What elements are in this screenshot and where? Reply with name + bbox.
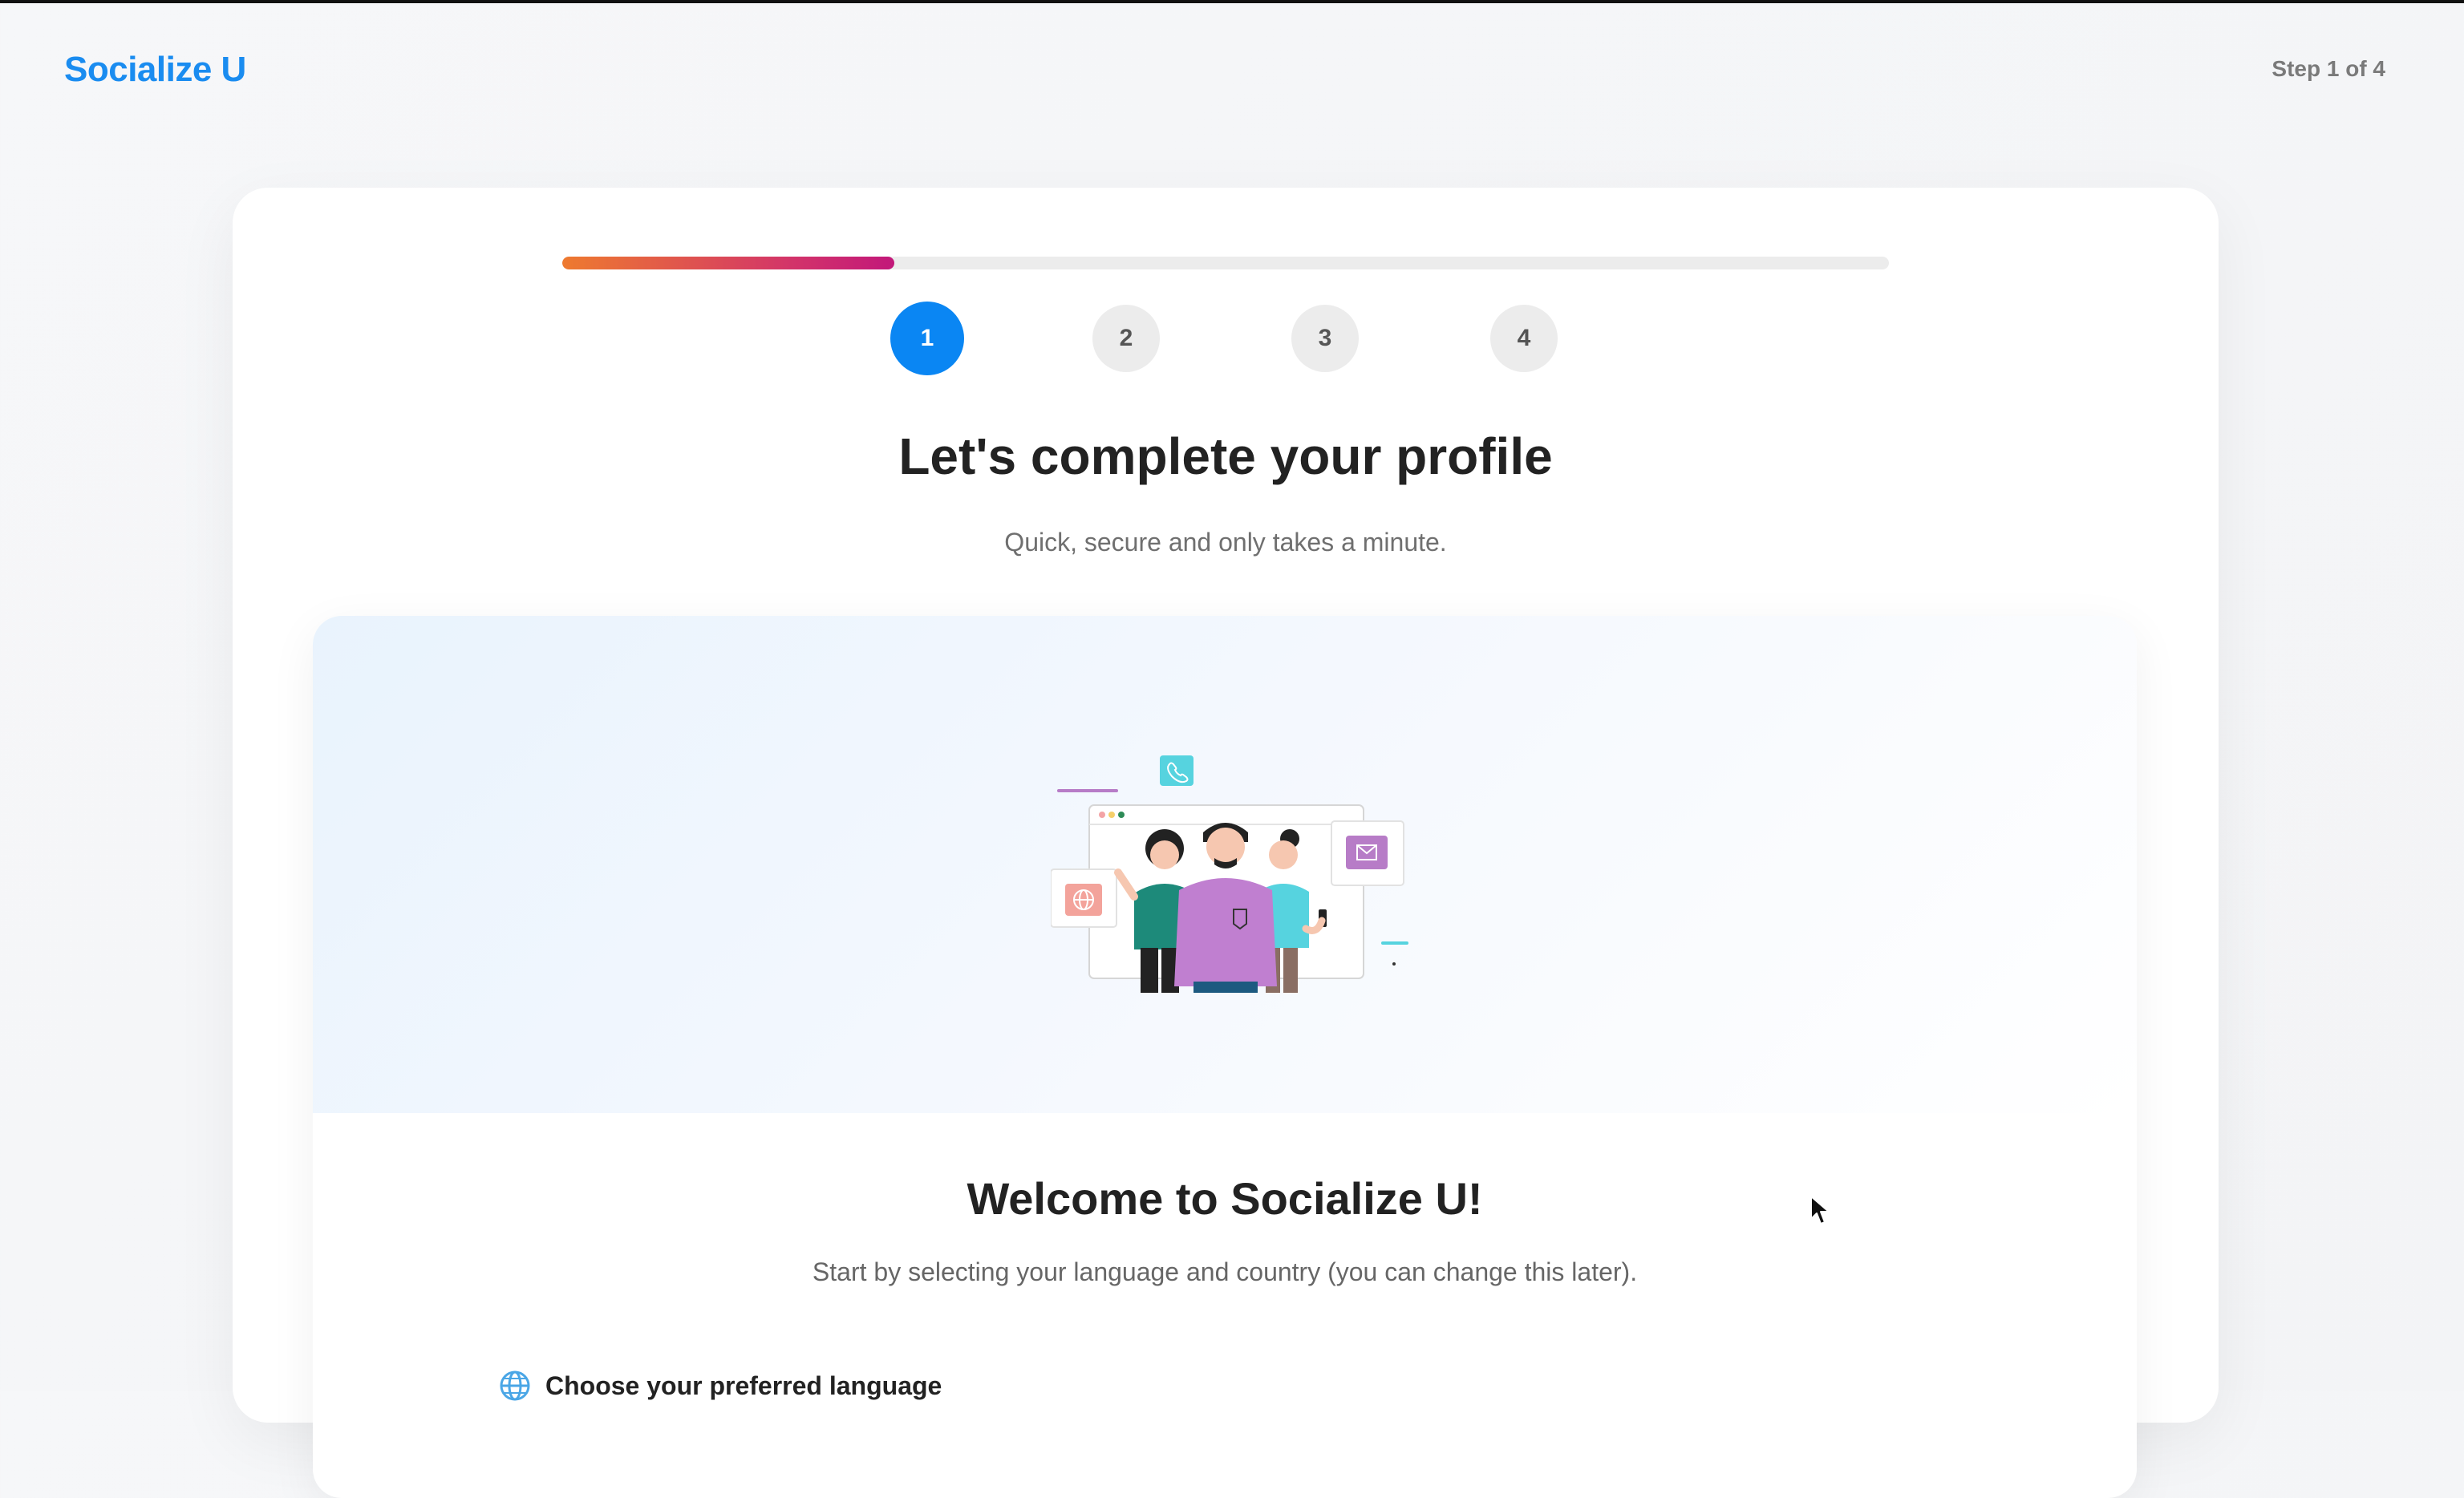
step-counter: Step 1 of 4 <box>2272 56 2385 81</box>
progress-bar <box>562 257 1889 269</box>
window-top-border <box>0 0 2464 3</box>
language-section-header: Choose your preferred language <box>499 1370 942 1402</box>
language-label: Choose your preferred language <box>545 1370 942 1400</box>
step-2: 2 <box>1092 305 1160 372</box>
step-4: 4 <box>1490 305 1558 372</box>
step-3: 3 <box>1291 305 1359 372</box>
welcome-subtitle: Start by selecting your language and cou… <box>812 1257 1638 1286</box>
step-indicator: 1 2 3 4 <box>890 302 1612 375</box>
mouse-cursor-icon <box>1810 1196 1830 1225</box>
step-1: 1 <box>890 302 964 375</box>
page-subtitle: Quick, secure and only takes a minute. <box>1004 528 1447 557</box>
progress-bar-fill <box>562 257 894 269</box>
welcome-content: Welcome to Socialize U! Start by selecti… <box>313 616 2137 1498</box>
page-title: Let's complete your profile <box>898 427 1553 485</box>
welcome-title: Welcome to Socialize U! <box>967 1173 1483 1224</box>
globe-icon <box>500 1370 530 1401</box>
brand-logo[interactable]: Socialize U <box>64 50 246 90</box>
